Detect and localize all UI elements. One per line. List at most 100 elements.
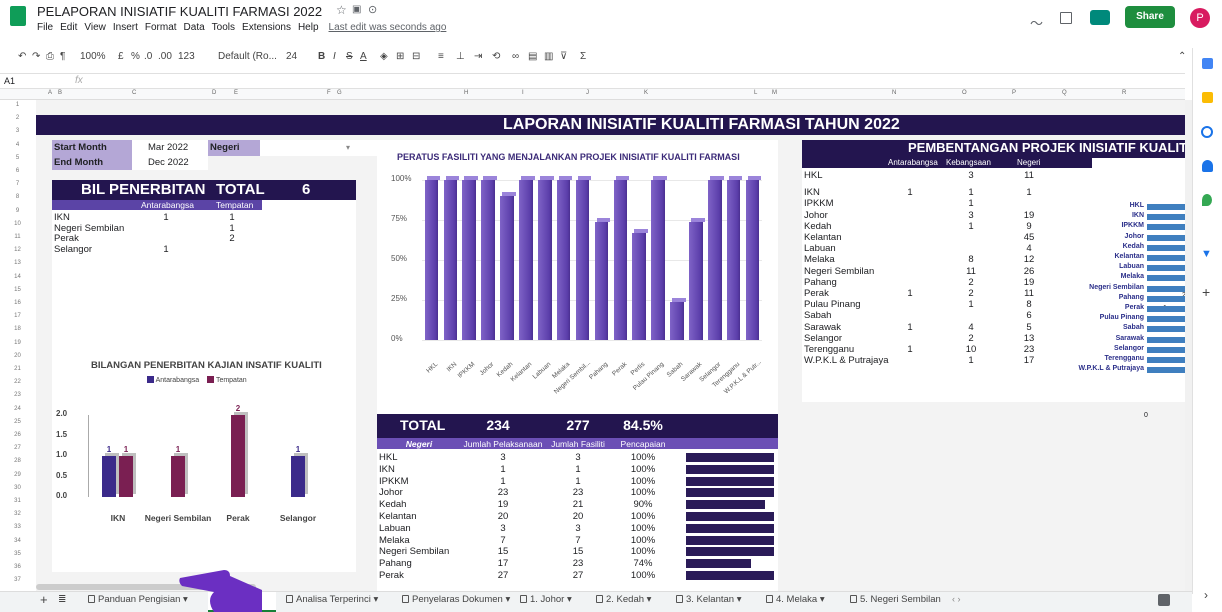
tab-scroll-icons[interactable]: ‹ ›	[952, 594, 961, 604]
menu-insert[interactable]: Insert	[113, 22, 138, 33]
redo-icon[interactable]: ↷	[32, 51, 40, 62]
row-header[interactable]: 13	[0, 260, 35, 266]
menu-edit[interactable]: Edit	[60, 22, 77, 33]
menu-format[interactable]: Format	[145, 22, 177, 33]
filter-panel-icon[interactable]: ▼	[1201, 248, 1212, 260]
keep-icon[interactable]	[1202, 92, 1213, 103]
bar-sabah[interactable]	[670, 297, 686, 340]
activity-icon[interactable]: 〜	[1030, 13, 1043, 32]
row-header[interactable]: 37	[0, 577, 35, 583]
link-icon[interactable]: ∞	[512, 51, 519, 62]
pemb-chart-bar[interactable]	[1147, 326, 1186, 333]
bar-tempatan-negeri-sembilan[interactable]	[171, 456, 185, 497]
bar-pahang[interactable]	[594, 217, 610, 340]
bar-kedah[interactable]	[500, 192, 516, 340]
italic-button[interactable]: I	[333, 51, 336, 62]
star-icon[interactable]: ☆	[336, 3, 347, 17]
pemb-chart-bar[interactable]	[1147, 204, 1186, 210]
column-header[interactable]: K	[644, 90, 648, 96]
bar-perlis[interactable]	[632, 228, 648, 340]
bar-ikn[interactable]	[443, 176, 459, 340]
pemb-chart-bar[interactable]	[1147, 275, 1186, 282]
calendar-icon[interactable]	[1202, 58, 1213, 69]
column-header[interactable]: A	[48, 90, 52, 96]
bar-johor[interactable]	[481, 176, 497, 340]
pemb-chart-bar[interactable]	[1147, 285, 1186, 292]
bar-melaka[interactable]	[556, 176, 573, 340]
row-header[interactable]: 16	[0, 300, 35, 306]
row-header[interactable]: 19	[0, 340, 35, 346]
bar-kelantan[interactable]	[519, 176, 535, 340]
pemb-chart-bar[interactable]	[1147, 295, 1186, 302]
pemb-chart-bar[interactable]	[1147, 346, 1186, 353]
tab-analisa-terperinci[interactable]: Analisa Terperinci ▾	[286, 594, 378, 605]
comments-icon[interactable]	[1060, 12, 1072, 24]
comment-icon[interactable]: ▤	[528, 51, 537, 62]
pemb-chart-bar[interactable]	[1147, 306, 1186, 312]
vertical-scrollbar[interactable]	[1185, 100, 1192, 594]
menu-tools[interactable]: Tools	[212, 22, 235, 33]
contacts-icon[interactable]	[1202, 160, 1213, 172]
doc-title[interactable]: PELAPORAN INISIATIF KUALITI FARMASI 2022	[37, 4, 322, 19]
increase-decimal-button[interactable]: .00	[158, 51, 172, 62]
row-header[interactable]: 5	[0, 155, 35, 161]
column-header[interactable]: P	[1012, 90, 1016, 96]
last-edit-link[interactable]: Last edit was seconds ago	[329, 22, 447, 33]
bar-terengganu[interactable]	[726, 176, 743, 340]
explore-icon[interactable]	[1158, 594, 1170, 606]
row-header[interactable]: 26	[0, 432, 35, 438]
tasks-icon[interactable]	[1201, 126, 1213, 138]
menu-extensions[interactable]: Extensions	[242, 22, 291, 33]
menu-help[interactable]: Help	[298, 22, 319, 33]
row-header[interactable]: 6	[0, 168, 35, 174]
pemb-chart-bar[interactable]	[1147, 224, 1186, 231]
column-header[interactable]: L	[754, 90, 757, 96]
column-header[interactable]: G	[337, 90, 342, 96]
column-header[interactable]: R	[1122, 90, 1126, 96]
row-header[interactable]: 31	[0, 498, 35, 504]
move-icon[interactable]: ▣	[352, 4, 361, 15]
all-sheets-icon[interactable]: ≣	[58, 594, 66, 605]
tab-penyelaras-dokumen[interactable]: Penyelaras Dokumen ▾	[402, 594, 510, 605]
row-header[interactable]: 30	[0, 485, 35, 491]
tab-kelantan[interactable]: 3. Kelantan ▾	[676, 594, 742, 605]
bar-antarabangsa-ikn[interactable]	[102, 456, 116, 497]
bar-w-p-k-l-putr-[interactable]	[745, 176, 761, 340]
pemb-chart-bar[interactable]	[1147, 357, 1186, 363]
zoom-select[interactable]: 100%	[80, 51, 106, 62]
row-header[interactable]: 17	[0, 313, 35, 319]
text-color-button[interactable]: A	[360, 51, 367, 62]
row-header[interactable]: 12	[0, 247, 35, 253]
align-icon[interactable]: ≡	[438, 51, 444, 62]
column-header[interactable]: C	[132, 90, 136, 96]
row-header[interactable]: 32	[0, 511, 35, 517]
tab-melaka[interactable]: 4. Melaka ▾	[766, 594, 825, 605]
bar-tempatan-perak[interactable]	[231, 415, 245, 497]
row-header[interactable]: 27	[0, 445, 35, 451]
end-month-select[interactable]: Dec 2022	[132, 156, 208, 170]
peratus-chart[interactable]: 100% 75% 50% 25% 0% HKL IKN IPKKM Johor Kedah Kela…	[377, 170, 778, 410]
font-select[interactable]: Default (Ro...	[218, 51, 277, 62]
row-header[interactable]: 33	[0, 524, 35, 530]
menu-data[interactable]: Data	[184, 22, 205, 33]
borders-icon[interactable]: ⊞	[396, 51, 404, 62]
column-header[interactable]: D	[212, 90, 216, 96]
pemb-chart-bar[interactable]	[1147, 255, 1186, 261]
decrease-decimal-button[interactable]: .0	[144, 51, 152, 62]
name-box[interactable]: A1	[4, 76, 15, 86]
row-header[interactable]: 4	[0, 142, 35, 148]
avatar[interactable]: P	[1190, 8, 1210, 28]
row-header[interactable]: 29	[0, 472, 35, 478]
bar-pulau-pinang[interactable]	[651, 176, 667, 340]
bar-labuan[interactable]	[537, 176, 554, 340]
bilangan-chart[interactable]: 2.0 1.5 1.0 0.5 0.0 1 1 IKN 1 Negeri Sembilan 2 Per…	[36, 390, 356, 540]
row-header[interactable]: 1	[0, 102, 35, 108]
strikethrough-button[interactable]: S	[346, 51, 353, 62]
row-header[interactable]: 20	[0, 353, 35, 359]
row-header[interactable]: 24	[0, 406, 35, 412]
paint-format-icon[interactable]: ¶	[60, 51, 65, 62]
sheets-logo[interactable]	[10, 6, 26, 26]
pemb-chart-bar[interactable]	[1147, 234, 1186, 241]
row-header[interactable]: 22	[0, 379, 35, 385]
tab-negeri-sembilan[interactable]: 5. Negeri Sembilan	[850, 594, 941, 605]
